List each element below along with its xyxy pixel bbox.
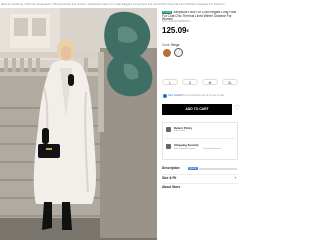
policy-box: Return Policy Learn more Shopping Securi…: [162, 122, 238, 160]
product-panel: Trends Jumpsuits Faux Fur Coat Elegant Lo…: [160, 8, 240, 240]
description-badge: Quick: [188, 167, 198, 171]
size-option-m[interactable]: M: [202, 79, 218, 85]
color-value: Beige: [171, 43, 180, 47]
product-sku: SKU: s2304161695938471: [162, 20, 191, 23]
add-to-cart-button[interactable]: ADD TO CART: [162, 104, 232, 115]
safe-payment-item: Safe Payment Options: [174, 148, 196, 150]
return-policy-sub[interactable]: Learn more: [174, 130, 185, 132]
expand-size-fit-icon[interactable]: +: [234, 175, 236, 180]
description-preview-bar: [199, 168, 237, 170]
return-icon: [166, 127, 171, 132]
about-store-heading[interactable]: About Store: [162, 185, 180, 189]
product-price: 125.09€: [162, 26, 189, 35]
price-value: 125.09: [162, 26, 187, 35]
breadcrumb[interactable]: Women Clothing / Women Outerwear / Women…: [0, 0, 240, 8]
shopping-security-title[interactable]: Shopping Security: [174, 143, 199, 147]
size-option-s[interactable]: S: [182, 79, 198, 85]
heart-icon[interactable]: ♡: [234, 105, 240, 113]
size-option-xl[interactable]: XL: [222, 79, 238, 85]
color-swatch-beige[interactable]: [174, 48, 183, 57]
privacy-protection-item: Privacy Protection: [203, 148, 221, 150]
product-title-text: Jumpsuits Faux Fur Coat Elegant Long Fau…: [162, 11, 237, 20]
section-divider: [162, 174, 238, 175]
product-photo: [0, 8, 157, 240]
section-divider: [162, 183, 238, 184]
shield-icon: [166, 144, 171, 149]
chevron-right-icon[interactable]: ›: [188, 28, 189, 33]
size-fit-heading[interactable]: Size & Fit: [162, 176, 176, 180]
size-guide-link[interactable]: Size Guide: [168, 94, 181, 98]
size-option-l[interactable]: L: [162, 79, 178, 85]
size-options: L S M XL: [162, 79, 238, 86]
fit-info: 98% of customers say fit is true to size: [180, 94, 225, 97]
color-label: Color: Beige: [162, 43, 180, 47]
policy-divider: [165, 138, 235, 139]
product-title: Trends Jumpsuits Faux Fur Coat Elegant Lo…: [162, 11, 240, 20]
description-heading[interactable]: Description: [162, 166, 180, 170]
ruler-icon: [163, 94, 167, 98]
color-label-text: Color:: [162, 43, 171, 47]
color-swatch-brown[interactable]: [163, 49, 171, 57]
